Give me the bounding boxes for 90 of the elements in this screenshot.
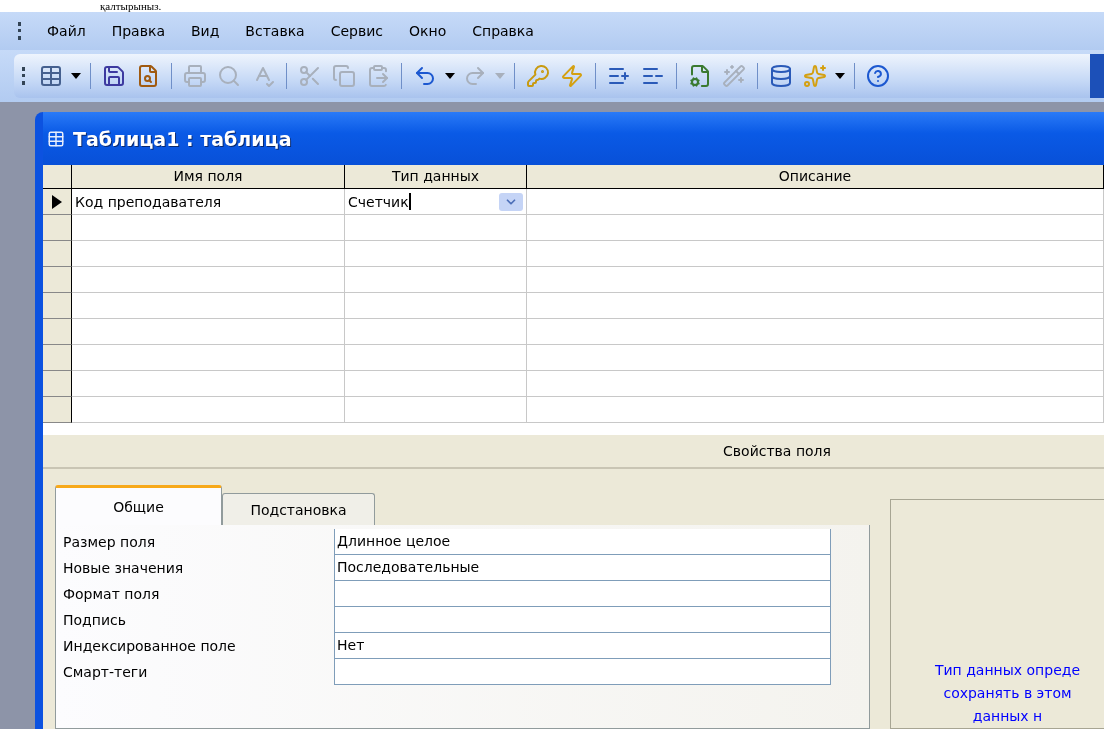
table-cell[interactable] <box>527 267 1104 293</box>
menu-item[interactable]: Вставка <box>239 21 311 41</box>
table-cell[interactable] <box>345 319 527 345</box>
table-cell[interactable] <box>72 371 345 397</box>
table-cell[interactable] <box>345 293 527 319</box>
table-cell[interactable]: Код преподавателя <box>72 189 345 215</box>
row-selector[interactable] <box>43 241 72 267</box>
help-text: данных н <box>972 707 1043 726</box>
properties-icon <box>688 64 712 88</box>
magnifier-icon <box>217 64 241 88</box>
paste-icon <box>366 64 390 88</box>
corner-cell <box>43 165 72 189</box>
table-cell[interactable] <box>72 397 345 423</box>
column-header[interactable]: Описание <box>527 165 1104 189</box>
property-field[interactable]: Нет <box>334 633 831 659</box>
row-selector[interactable] <box>43 371 72 397</box>
property-field[interactable]: Последовательные <box>334 555 831 581</box>
undo-icon <box>413 64 437 88</box>
table-cell[interactable] <box>345 241 527 267</box>
table-cell[interactable] <box>527 371 1104 397</box>
table-cell[interactable] <box>72 215 345 241</box>
document-magnifier-icon <box>136 64 160 88</box>
help-text: Тип данных опреде <box>934 661 1081 680</box>
tab[interactable]: Подстановка <box>222 493 375 525</box>
table-cell[interactable] <box>72 267 345 293</box>
menu-item[interactable]: Сервис <box>324 21 389 41</box>
property-label: Смарт-теги <box>63 663 149 682</box>
row-selector[interactable] <box>43 189 72 215</box>
caret-icon[interactable] <box>835 73 845 79</box>
property-field[interactable] <box>334 581 831 607</box>
help-text: сохранять в этом <box>943 684 1072 703</box>
menu-item[interactable]: Правка <box>105 21 171 41</box>
section-heading: Свойства поля <box>723 443 831 459</box>
property-label: Индексированное поле <box>63 637 237 656</box>
table-cell[interactable] <box>72 345 345 371</box>
property-field[interactable] <box>334 607 831 633</box>
printer-icon <box>183 64 207 88</box>
table-cell[interactable] <box>527 345 1104 371</box>
menu-item[interactable]: Вид <box>184 21 226 41</box>
table-cell[interactable] <box>72 319 345 345</box>
property-label: Подпись <box>63 611 127 630</box>
caret-icon[interactable] <box>71 73 81 79</box>
wand-icon <box>722 64 746 88</box>
table-cell[interactable] <box>345 215 527 241</box>
caret-icon[interactable] <box>445 73 455 79</box>
table-cell[interactable]: Счетчик <box>345 189 527 215</box>
table-cell[interactable] <box>345 397 527 423</box>
caption-text: қалтырыныз. <box>99 0 163 12</box>
menu-item[interactable]: Окно <box>403 21 453 41</box>
property-field[interactable]: Длинное целое <box>334 529 831 555</box>
table-icon <box>47 129 65 148</box>
property-label: Размер поля <box>63 533 157 552</box>
row-selector[interactable] <box>43 215 72 241</box>
toolbar-overflow[interactable] <box>1090 54 1104 98</box>
table-cell[interactable] <box>345 371 527 397</box>
row-selector[interactable] <box>43 267 72 293</box>
dropdown-button[interactable] <box>499 192 523 211</box>
table-cell[interactable] <box>345 345 527 371</box>
scissors-icon <box>298 64 322 88</box>
table-cell[interactable] <box>345 267 527 293</box>
row-selector[interactable] <box>43 319 72 345</box>
tab[interactable]: Общие <box>55 485 222 525</box>
menu-item[interactable]: Справка <box>466 21 540 41</box>
row-selector[interactable] <box>43 345 72 371</box>
copy-icon <box>332 64 356 88</box>
toolbar-button[interactable] <box>864 62 892 90</box>
database-icon <box>769 64 793 88</box>
property-field[interactable] <box>334 659 831 685</box>
property-label: Новые значения <box>63 559 185 578</box>
menu-item[interactable]: Файл <box>41 21 92 41</box>
table-cell[interactable] <box>527 215 1104 241</box>
key-icon <box>526 64 550 88</box>
column-header[interactable]: Имя поля <box>72 165 345 189</box>
table-cell[interactable] <box>72 293 345 319</box>
table-cell[interactable] <box>527 319 1104 345</box>
table-cell[interactable] <box>527 189 1104 215</box>
save-icon <box>102 64 126 88</box>
column-header[interactable]: Тип данных <box>345 165 527 189</box>
help-icon <box>866 64 890 88</box>
property-label: Формат поля <box>63 585 161 604</box>
table-icon <box>39 64 63 88</box>
table-cell[interactable] <box>72 241 345 267</box>
row-selector[interactable] <box>43 397 72 423</box>
table-cell[interactable] <box>527 241 1104 267</box>
table-cell[interactable] <box>527 293 1104 319</box>
redo-icon <box>463 64 487 88</box>
window-title: Таблица1 : таблица <box>73 127 292 150</box>
text-cursor <box>408 193 411 210</box>
row-selector[interactable] <box>43 293 72 319</box>
table-cell[interactable] <box>527 397 1104 423</box>
